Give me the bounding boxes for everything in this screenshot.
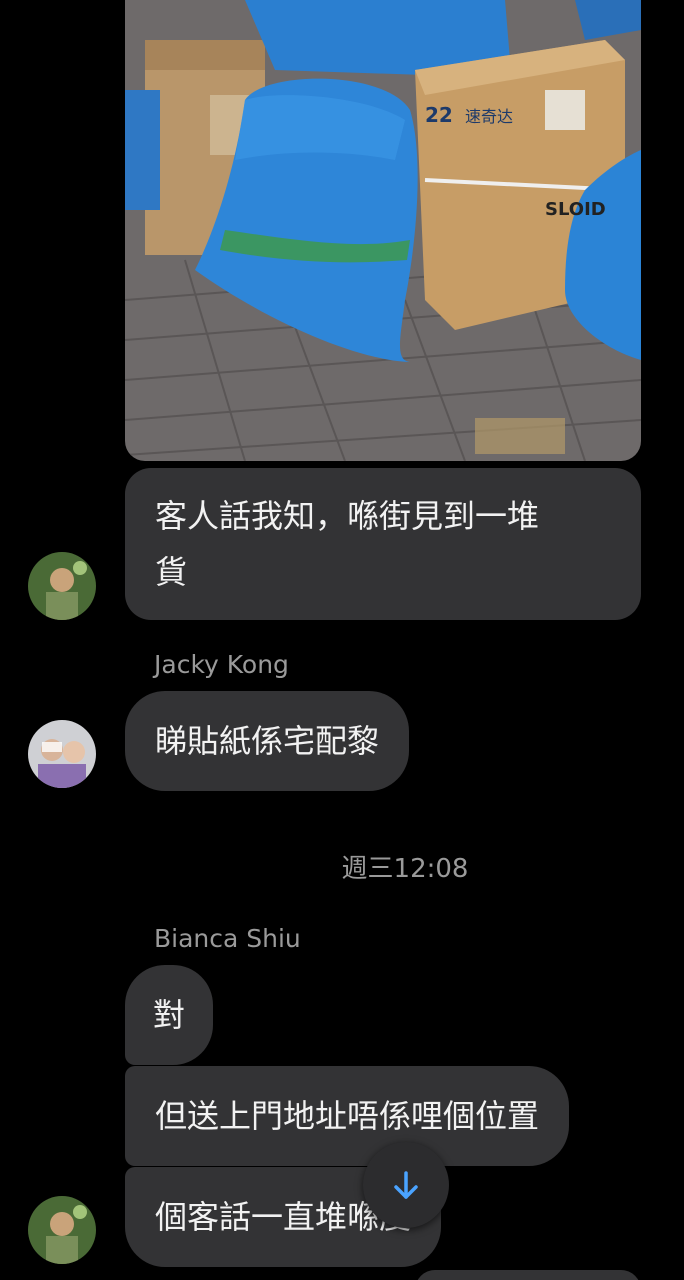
message-bubble[interactable]: 但送上門地址唔係哩個位置 [125, 1066, 570, 1166]
shared-photo[interactable]: 22 速奇达 SLOID [125, 0, 641, 461]
message-bubble[interactable]: 客人話我知，喺街見到一堆 貨 [125, 468, 641, 620]
sender-name: Jacky Kong [154, 650, 289, 679]
message-bubble[interactable]: 睇貼紙係宅配黎 [125, 691, 410, 791]
avatar[interactable] [28, 552, 96, 620]
arrow-down-icon [394, 1171, 418, 1199]
message-bubble[interactable]: 對 [125, 965, 214, 1065]
message-text: 睇貼紙係宅配黎 [155, 722, 380, 760]
message-text: 對 [153, 996, 186, 1034]
svg-text:22: 22 [425, 103, 453, 127]
sender-name: Bianca Shiu [154, 924, 301, 953]
scroll-to-bottom-button[interactable] [363, 1142, 449, 1228]
svg-text:速奇达: 速奇达 [465, 107, 513, 126]
message-text: 貨 [155, 553, 188, 591]
avatar[interactable] [28, 1196, 96, 1264]
svg-text:SLOID: SLOID [545, 199, 606, 220]
avatar[interactable] [28, 720, 96, 788]
message-text: 但送上門地址唔係哩個位置 [155, 1097, 540, 1135]
message-bubble-partial[interactable] [415, 1270, 641, 1280]
message-text: 客人話我知，喺街見到一堆 [155, 497, 540, 535]
date-separator: 週三12:08 [341, 854, 469, 884]
